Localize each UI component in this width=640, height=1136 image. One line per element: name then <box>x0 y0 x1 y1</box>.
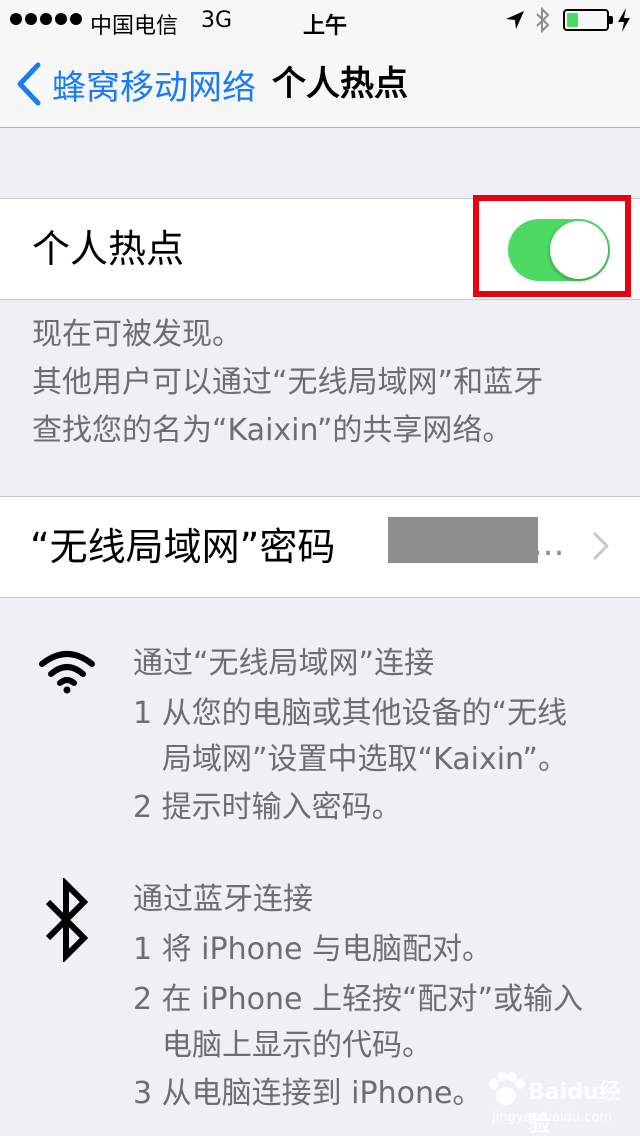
watermark-brand: Baidu经验 <box>528 1080 621 1136</box>
wifi-icon <box>39 651 95 694</box>
bluetooth-step: 2 在 iPhone 上轻按“配对”或输入 <box>133 982 584 1017</box>
hotspot-label: 个人热点 <box>32 227 185 271</box>
battery-cap <box>609 16 613 24</box>
paw-logo-icon <box>489 1072 525 1105</box>
back-button-label: 蜂窝移动网络 <box>52 67 256 108</box>
watermark-url: jingyan.baidu.com <box>492 1110 612 1125</box>
description-line: 其他用户可以通过“无线局域网”和蓝牙 <box>32 365 544 400</box>
location-arrow-icon <box>506 11 524 29</box>
wifi-password-label: “无线局域网”密码 <box>30 525 336 569</box>
password-ellipsis: ... <box>532 524 565 564</box>
wifi-instructions-heading: 通过“无线局域网”连接 <box>133 646 435 681</box>
wifi-password-row[interactable]: “无线局域网”密码 ... <box>0 496 640 598</box>
wifi-step: 局域网”设置中选取“Kaixin”。 <box>162 742 568 777</box>
battery-icon <box>563 9 609 31</box>
carrier-name: 中国电信 <box>90 14 179 39</box>
navigation-bar: 蜂窝移动网络 个人热点 <box>0 40 640 128</box>
page-title: 个人热点 <box>272 64 408 104</box>
bluetooth-icon <box>45 878 89 962</box>
wifi-step: 1 从您的电脑或其他设备的“无线 <box>133 696 568 731</box>
bluetooth-instructions-heading: 通过蓝牙连接 <box>133 882 313 917</box>
network-type: 3G <box>201 8 233 33</box>
wifi-step: 2 提示时输入密码。 <box>133 790 402 825</box>
bluetooth-step: 1 将 iPhone 与电脑配对。 <box>133 932 492 967</box>
bluetooth-status-icon <box>536 7 550 33</box>
bluetooth-step: 3 从电脑连接到 iPhone。 <box>133 1076 483 1111</box>
hotspot-toggle-row: 个人热点 <box>0 195 640 300</box>
description-line: 查找您的名为“Kaixin”的共享网络。 <box>32 413 513 448</box>
back-button[interactable]: 蜂窝移动网络 <box>14 58 256 110</box>
bluetooth-step: 电脑上显示的代码。 <box>162 1028 432 1063</box>
chevron-right-icon <box>593 532 609 560</box>
settings-screen: 中国电信 3G 上午11:02 蜂窝移动网络 个人热点 个人热点 <box>0 0 640 1136</box>
password-redaction <box>388 517 538 563</box>
charging-icon <box>618 8 630 32</box>
status-bar: 中国电信 3G 上午11:02 <box>0 0 640 65</box>
chevron-left-icon <box>17 62 41 106</box>
annotation-highlight-box <box>473 195 631 297</box>
baidu-watermark: Baidu经验 jingyan.baidu.com <box>478 1068 628 1136</box>
discoverable-text: 现在可被发现。 <box>32 317 242 352</box>
battery-level <box>567 13 578 27</box>
signal-strength-icon <box>10 13 82 25</box>
